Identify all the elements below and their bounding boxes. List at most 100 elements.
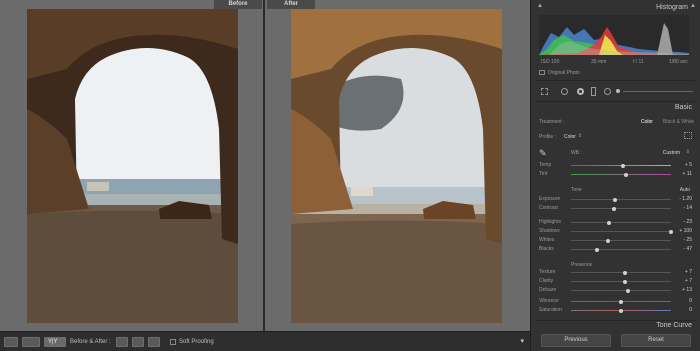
before-label: Before <box>214 0 262 9</box>
slider-label-contrast: Contrast <box>539 205 558 211</box>
slider-value-saturation[interactable]: 0 <box>689 307 692 313</box>
slider-track-whites[interactable] <box>571 238 671 243</box>
wb-select[interactable]: Custom <box>663 150 680 156</box>
histogram-shutter: 1/80 sec <box>669 59 688 65</box>
slider-label-highlights: Highlights <box>539 219 561 225</box>
radial-filter-icon[interactable] <box>604 88 611 95</box>
develop-right-panel: ▲ ▲ Histogram ISO 100 35 mm f / 11 1/80 … <box>530 0 700 351</box>
reset-button[interactable]: Reset <box>621 334 691 347</box>
histogram-chart[interactable] <box>539 15 689 55</box>
slider-label-clarity: Clarity <box>539 278 554 284</box>
clipping-indicator-icon[interactable]: ▲ <box>690 3 696 9</box>
slider-track-highlights[interactable] <box>571 220 671 225</box>
before-after-compare-view: Before After <box>0 0 530 331</box>
slider-thumb-texture[interactable] <box>623 270 627 275</box>
slider-label-texture: Texture <box>539 269 556 275</box>
copy-before-to-after-button[interactable] <box>116 337 128 347</box>
photo-icon <box>539 70 545 75</box>
slider-label-saturation: Saturation <box>539 307 562 313</box>
histogram-iso: ISO 100 <box>541 59 560 65</box>
slider-track-shadows[interactable] <box>571 229 673 234</box>
red-eye-icon[interactable] <box>577 88 584 95</box>
before-after-mode-button[interactable]: Y|Y <box>44 337 66 347</box>
slider-track-texture[interactable] <box>571 270 671 275</box>
soft-proofing-label: Soft Proofing <box>179 339 214 345</box>
before-photo[interactable] <box>27 9 238 323</box>
white-balance-eyedropper-icon[interactable]: ✎ <box>539 148 551 158</box>
crop-tool-icon[interactable] <box>541 88 548 95</box>
slider-thumb-blacks[interactable] <box>595 247 599 252</box>
previous-button[interactable]: Previous <box>541 334 611 347</box>
slider-thumb-temp[interactable] <box>621 163 625 168</box>
histogram-focal: 35 mm <box>591 59 607 65</box>
treatment-bw-option[interactable]: Black & White <box>663 119 694 125</box>
slider-value-tint[interactable]: + 11 <box>683 171 693 177</box>
clipping-indicator-icon[interactable]: ▲ <box>537 3 543 9</box>
copy-after-to-before-button[interactable] <box>132 337 144 347</box>
histogram-title[interactable]: Histogram <box>656 4 688 11</box>
slider-label-vibrance: Vibrance <box>539 298 559 304</box>
treatment-label: Treatment : <box>539 119 565 125</box>
after-label: After <box>267 0 315 9</box>
slider-label-shadows: Shadows <box>539 228 560 234</box>
toolbar-menu-arrow-icon[interactable]: ▾ <box>520 337 524 345</box>
profile-select[interactable]: Color <box>564 134 576 140</box>
slider-value-texture[interactable]: + 7 <box>685 269 692 275</box>
graduated-filter-icon[interactable] <box>591 87 596 96</box>
slider-value-blacks[interactable]: - 47 <box>683 246 692 252</box>
slider-thumb-tint[interactable] <box>624 172 628 177</box>
swap-before-after-button[interactable] <box>148 337 160 347</box>
compare-divider <box>263 0 265 331</box>
slider-thumb-highlights[interactable] <box>607 220 611 225</box>
slider-label-whites: Whites <box>539 237 555 243</box>
slider-track-contrast[interactable] <box>571 206 671 211</box>
presence-section-label: Presence <box>571 262 593 268</box>
slider-track-temp[interactable] <box>571 163 671 168</box>
after-photo[interactable] <box>291 9 502 323</box>
slider-value-highlights[interactable]: - 23 <box>683 219 692 225</box>
compare-view-button[interactable] <box>22 337 40 347</box>
loupe-view-button[interactable] <box>4 337 18 347</box>
brush-size-slider[interactable] <box>623 91 693 92</box>
slider-thumb-whites[interactable] <box>606 238 610 243</box>
slider-value-clarity[interactable]: + 7 <box>685 278 692 284</box>
profile-browser-icon[interactable] <box>684 132 692 139</box>
slider-track-exposure[interactable] <box>571 197 671 202</box>
spot-removal-icon[interactable] <box>561 88 568 95</box>
histogram-aperture: f / 11 <box>633 59 644 65</box>
slider-value-shadows[interactable]: + 100 <box>679 228 692 234</box>
slider-thumb-dehaze[interactable] <box>626 288 630 293</box>
basic-panel-title[interactable]: Basic <box>675 104 692 111</box>
slider-track-blacks[interactable] <box>571 247 671 252</box>
slider-value-vibrance[interactable]: 0 <box>689 298 692 304</box>
slider-label-dehaze: Dehaze <box>539 287 557 293</box>
slider-track-dehaze[interactable] <box>571 288 671 293</box>
slider-value-dehaze[interactable]: + 13 <box>682 287 692 293</box>
slider-label-blacks: Blacks <box>539 246 554 252</box>
slider-value-whites[interactable]: - 25 <box>683 237 692 243</box>
treatment-color-option[interactable]: Color <box>641 119 653 125</box>
tone-curve-panel-title[interactable]: Tone Curve <box>656 322 692 329</box>
slider-value-exposure[interactable]: - 1.20 <box>679 196 692 202</box>
soft-proofing-checkbox[interactable] <box>170 339 176 345</box>
before-after-mode-label: Y|Y <box>48 339 58 345</box>
slider-thumb-clarity[interactable] <box>623 279 627 284</box>
slider-thumb-shadows[interactable] <box>669 229 673 234</box>
wb-dropdown-icon[interactable]: ⇕ <box>686 149 690 155</box>
slider-label-temp: Temp <box>539 162 552 168</box>
before-photo-image <box>27 9 238 323</box>
profile-dropdown-icon[interactable]: ⇕ <box>578 133 582 139</box>
slider-thumb-vibrance[interactable] <box>619 299 623 304</box>
slider-thumb-saturation[interactable] <box>619 308 623 313</box>
slider-track-tint[interactable] <box>571 172 671 177</box>
brush-tool-icon[interactable] <box>616 89 620 93</box>
slider-label-exposure: Exposure <box>539 196 561 202</box>
slider-track-saturation[interactable] <box>571 308 671 313</box>
slider-value-temp[interactable]: + 5 <box>685 162 692 168</box>
slider-track-vibrance[interactable] <box>571 299 671 304</box>
tone-auto-button[interactable]: Auto <box>680 187 690 193</box>
slider-thumb-contrast[interactable] <box>612 206 616 211</box>
slider-value-contrast[interactable]: - 14 <box>683 205 692 211</box>
slider-thumb-exposure[interactable] <box>613 197 617 202</box>
slider-track-clarity[interactable] <box>571 279 671 284</box>
